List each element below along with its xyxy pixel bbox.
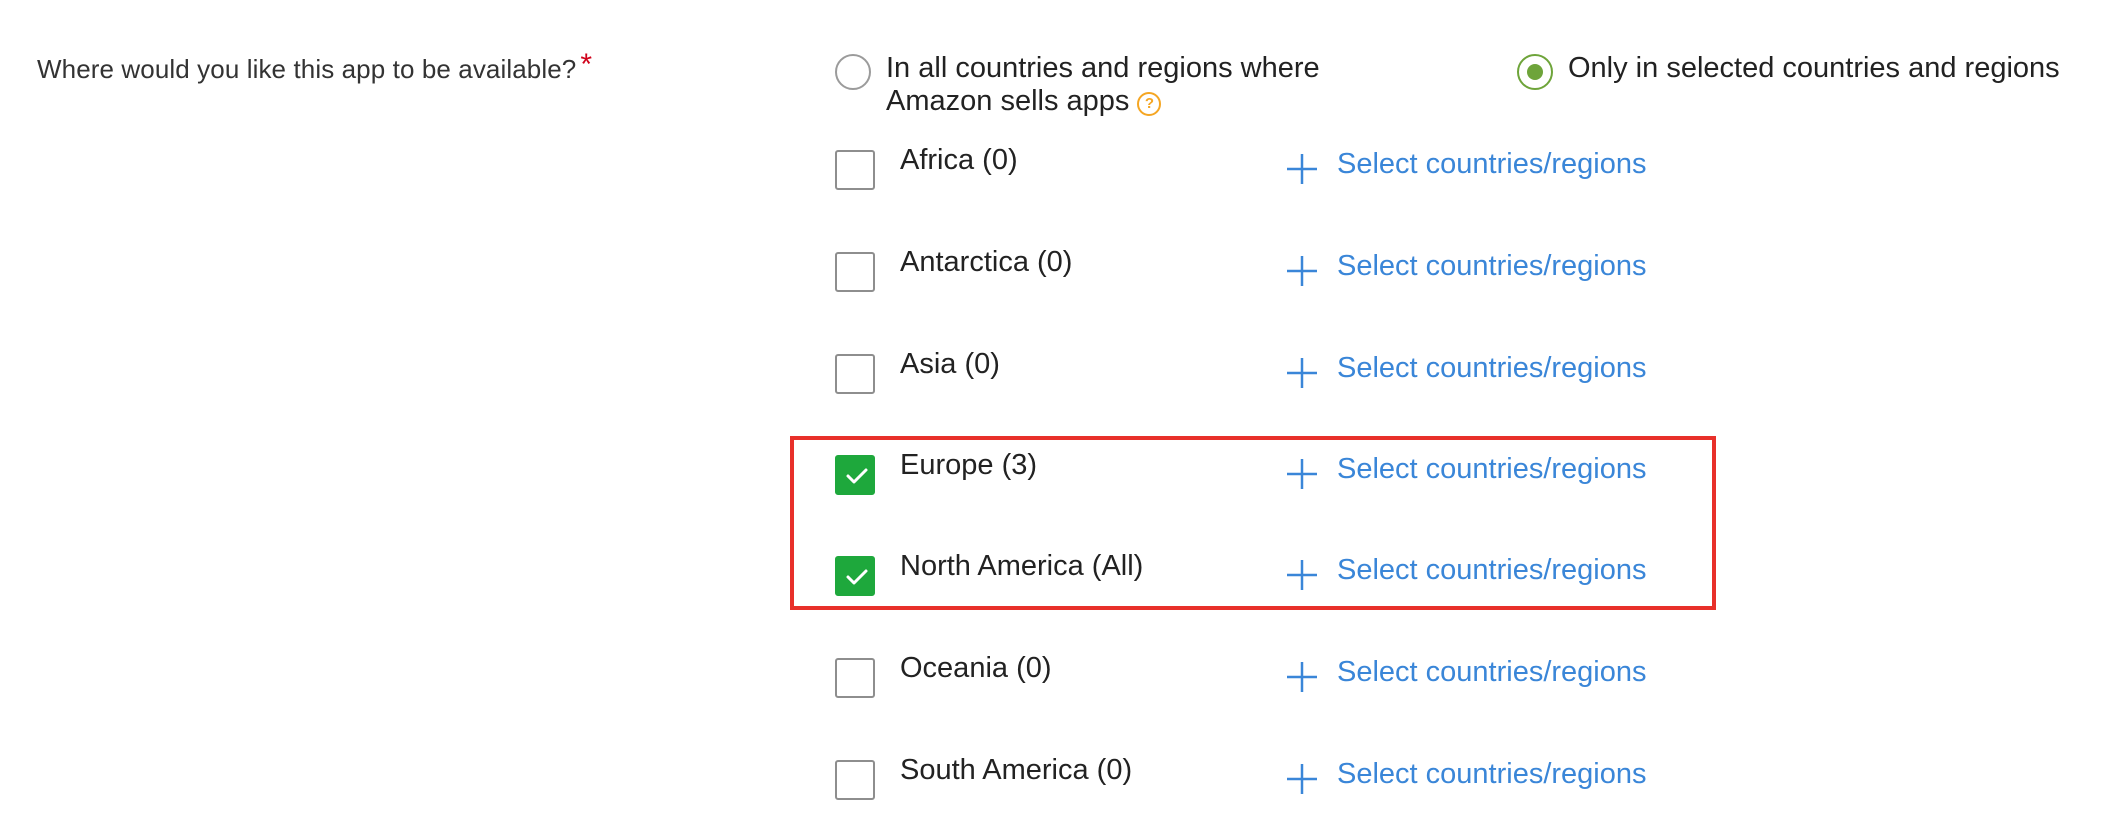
plus-icon <box>1287 662 1317 692</box>
region-row: Africa (0) Select countries/regions <box>835 144 1695 210</box>
region-checkbox[interactable] <box>835 150 875 190</box>
plus-icon <box>1287 154 1317 184</box>
region-checkbox[interactable] <box>835 760 875 800</box>
select-countries-label: Select countries/regions <box>1337 656 1647 688</box>
region-checkbox[interactable] <box>835 455 875 495</box>
radio-selected-countries[interactable] <box>1517 54 1553 90</box>
select-countries-label: Select countries/regions <box>1337 250 1647 282</box>
availability-question: Where would you like this app to be avai… <box>37 48 592 86</box>
radio-all-countries-label: In all countries and regions where Amazo… <box>886 52 1320 118</box>
region-checkbox[interactable] <box>835 252 875 292</box>
region-label: North America (All) <box>900 550 1144 582</box>
check-icon <box>846 468 868 484</box>
region-row: Oceania (0) Select countries/regions <box>835 652 1695 718</box>
select-countries-label: Select countries/regions <box>1337 352 1647 384</box>
region-checkbox[interactable] <box>835 354 875 394</box>
region-label: Europe (3) <box>900 449 1038 481</box>
region-label: South America (0) <box>900 754 1133 786</box>
select-countries-label: Select countries/regions <box>1337 148 1647 180</box>
plus-icon <box>1287 764 1317 794</box>
check-icon <box>846 569 868 585</box>
select-countries-label: Select countries/regions <box>1337 453 1647 485</box>
region-row: South America (0) Select countries/region… <box>835 754 1695 820</box>
region-label: Antarctica (0) <box>900 246 1073 278</box>
region-checkbox[interactable] <box>835 556 875 596</box>
region-row: North America (All) Select countries/regi… <box>835 550 1695 616</box>
select-countries-label: Select countries/regions <box>1337 554 1647 586</box>
radio-all-countries-label-line1: In all countries and regions where <box>886 52 1320 84</box>
radio-selected-countries-label: Only in selected countries and regions <box>1568 52 2060 84</box>
plus-icon <box>1287 358 1317 388</box>
region-row: Antarctica (0) Select countries/regions <box>835 246 1695 312</box>
plus-icon <box>1287 560 1317 590</box>
region-label: Africa (0) <box>900 144 1018 176</box>
region-checkbox[interactable] <box>835 658 875 698</box>
radio-all-countries-label-line2: Amazon sells apps <box>886 85 1130 117</box>
required-marker: * <box>580 48 593 81</box>
radio-all-countries[interactable] <box>835 54 871 90</box>
region-label: Asia (0) <box>900 348 1000 380</box>
select-countries-label: Select countries/regions <box>1337 758 1647 790</box>
region-row: Asia (0) Select countries/regions <box>835 348 1695 414</box>
region-row: Europe (3) Select countries/regions <box>835 449 1695 515</box>
region-label: Oceania (0) <box>900 652 1052 684</box>
plus-icon <box>1287 459 1317 489</box>
plus-icon <box>1287 256 1317 286</box>
question-label: Where would you like this app to be avai… <box>37 54 577 84</box>
question-circle-icon[interactable]: ? <box>1137 92 1162 116</box>
